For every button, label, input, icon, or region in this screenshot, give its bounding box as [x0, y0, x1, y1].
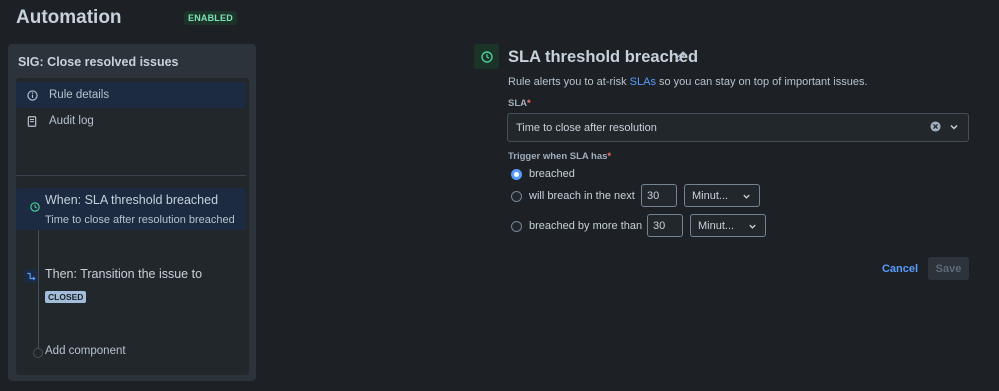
description-suffix: so you can stay on top of important issu… — [655, 76, 868, 88]
slas-link[interactable]: SLAs — [630, 76, 656, 88]
unit-select-value: Minut... — [692, 189, 729, 202]
will-breach-amount-input[interactable]: 30 — [641, 184, 677, 207]
option-label: will breach in the next — [529, 190, 635, 202]
action-step-title: Then: Transition the issue to — [45, 267, 203, 281]
rule-nav-panel: Rule details Audit log When: SLA thresho… — [16, 78, 249, 375]
add-component-button[interactable]: Add component — [16, 343, 246, 363]
description-prefix: Rule alerts you to at-risk — [508, 76, 630, 88]
add-component-label: Add component — [45, 345, 126, 357]
sla-select[interactable]: Time to close after resolution — [507, 113, 969, 142]
trigger-step-subtitle: Time to close after resolution breached — [45, 214, 235, 226]
nav-item-rule-details[interactable]: Rule details — [16, 82, 246, 108]
config-description: Rule alerts you to at-risk SLAs so you c… — [508, 76, 868, 88]
trigger-step-title: When: SLA threshold breached — [45, 193, 219, 207]
sla-field-label: SLA* — [508, 98, 531, 109]
required-mark: * — [607, 151, 612, 162]
breached-by-amount-input[interactable]: 30 — [647, 214, 683, 237]
status-lozenge: CLOSED — [45, 291, 87, 303]
nav-item-label: Audit log — [49, 115, 94, 127]
pencil-icon[interactable] — [674, 50, 687, 68]
nav-item-label: Rule details — [49, 89, 110, 101]
info-icon — [26, 89, 38, 101]
unit-select-value: Minut... — [698, 219, 735, 232]
option-breached-by-more[interactable]: breached by more than — [511, 218, 642, 234]
cancel-button[interactable]: Cancel — [878, 258, 922, 280]
breached-by-unit-select[interactable]: Minut... — [690, 214, 766, 237]
radio-breached-by-more[interactable] — [511, 220, 522, 232]
option-label: breached — [529, 168, 575, 180]
sla-select-value: Time to close after resolution — [516, 121, 657, 134]
enabled-badge: ENABLED — [184, 11, 237, 25]
trigger-field-label: Trigger when SLA has* — [508, 151, 612, 162]
chevron-down-icon — [742, 192, 751, 204]
option-breached[interactable]: breached — [511, 166, 575, 182]
radio-will-breach[interactable] — [511, 190, 522, 202]
clock-icon — [30, 199, 40, 217]
config-title: SLA threshold breached — [508, 48, 699, 66]
action-step[interactable]: Then: Transition the issue to CLOSED — [16, 264, 246, 308]
save-button[interactable]: Save — [928, 257, 969, 280]
chevron-down-icon — [748, 222, 757, 234]
rule-name: SIG: Close resolved issues — [18, 55, 179, 69]
option-will-breach[interactable]: will breach in the next — [511, 188, 635, 204]
divider — [16, 175, 246, 176]
required-mark: * — [527, 98, 531, 109]
will-breach-unit-select[interactable]: Minut... — [684, 184, 760, 207]
trigger-step[interactable]: When: SLA threshold breached Time to clo… — [16, 188, 246, 230]
option-label: breached by more than — [529, 220, 643, 232]
chevron-down-icon[interactable] — [949, 122, 959, 135]
trigger-clock-icon — [474, 44, 499, 69]
clear-icon[interactable] — [930, 121, 941, 135]
page-title: Automation — [16, 7, 122, 28]
add-component-dot-icon — [33, 348, 43, 358]
document-icon — [26, 115, 38, 127]
transition-icon — [24, 269, 38, 283]
rule-panel: SIG: Close resolved issues Rule details … — [8, 44, 256, 381]
radio-breached[interactable] — [511, 168, 522, 180]
nav-item-audit-log[interactable]: Audit log — [16, 108, 246, 134]
